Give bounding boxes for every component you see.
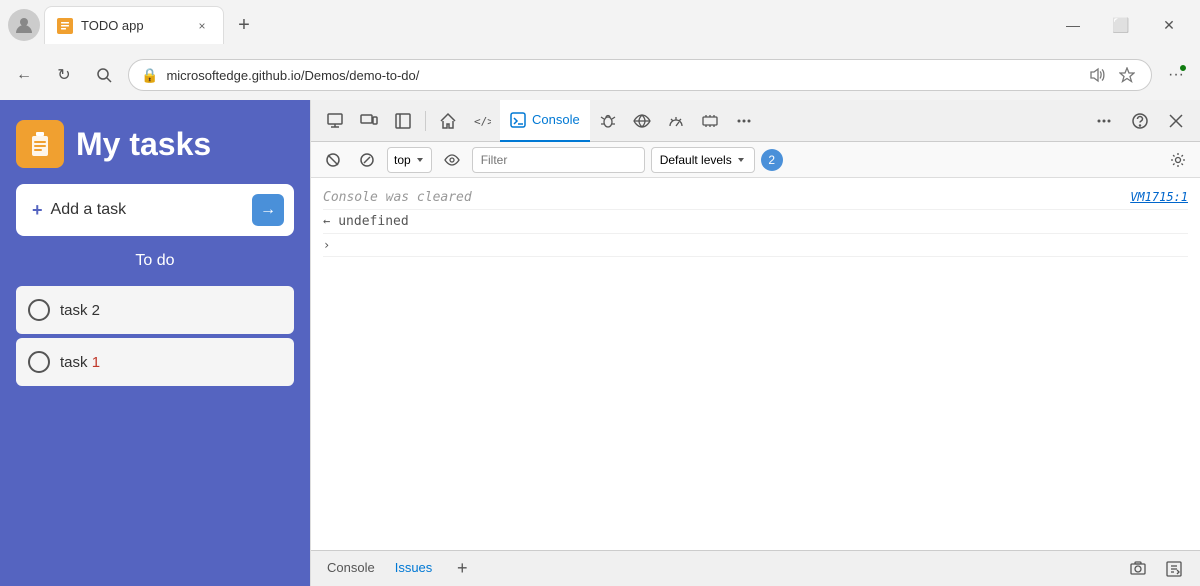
clipboard-icon	[16, 120, 64, 168]
tab-title: TODO app	[81, 18, 185, 33]
bug-btn[interactable]	[592, 105, 624, 137]
cleared-text: Console was cleared	[323, 190, 472, 205]
screenshot-btn[interactable]	[1124, 555, 1152, 583]
result-text: undefined	[338, 214, 408, 229]
add-task-label: Add a task	[51, 201, 278, 219]
profile-icon[interactable]	[8, 9, 40, 41]
todo-header: My tasks	[16, 120, 294, 168]
console-output: Console was cleared VM1715:1 ← undefined…	[311, 178, 1200, 550]
clear-console-btn[interactable]	[319, 146, 347, 174]
task-name: task 2	[60, 302, 100, 319]
expand-arrow[interactable]: ›	[323, 238, 337, 252]
bottom-right-controls	[1124, 555, 1188, 583]
maximize-button[interactable]: ⬜	[1098, 9, 1144, 41]
more-tools-btn[interactable]	[728, 105, 760, 137]
active-tab[interactable]: TODO app ×	[44, 6, 224, 44]
task-list: task 2 task 1	[16, 286, 294, 386]
lock-icon: 🔒	[141, 67, 158, 84]
search-button[interactable]	[88, 59, 120, 91]
inspect-element-btn[interactable]	[319, 105, 351, 137]
address-field[interactable]: 🔒 microsoftedge.github.io/Demos/demo-to-…	[128, 59, 1152, 91]
levels-chevron-icon	[736, 155, 746, 165]
console-cleared-message: Console was cleared VM1715:1	[323, 186, 1188, 210]
refresh-button[interactable]: ↻	[48, 59, 80, 91]
favorites-icon[interactable]	[1115, 63, 1139, 87]
result-arrow: ←	[323, 214, 330, 228]
close-button[interactable]: ✕	[1146, 9, 1192, 41]
network-btn[interactable]	[626, 105, 658, 137]
performance-btn[interactable]	[660, 105, 692, 137]
add-task-button[interactable]: + Add a task →	[16, 184, 294, 236]
window-controls: — ⬜ ✕	[1050, 9, 1192, 41]
tab-favicon	[57, 18, 73, 34]
console-icon	[510, 112, 526, 128]
browser-window: TODO app × + — ⬜ ✕ ← ↻ 🔒 microsoftedge.g…	[0, 0, 1200, 586]
minimize-button[interactable]: —	[1050, 9, 1096, 41]
filter-input[interactable]	[472, 147, 645, 173]
log-levels-label: Default levels	[660, 153, 732, 167]
device-emulation-btn[interactable]	[353, 105, 385, 137]
back-button[interactable]: ←	[8, 59, 40, 91]
new-tab-button[interactable]: +	[228, 9, 260, 41]
bottom-issues-tab[interactable]: Issues	[391, 551, 437, 586]
read-aloud-icon[interactable]	[1085, 63, 1109, 87]
context-selector[interactable]: top	[387, 147, 432, 173]
filter-toggle-btn[interactable]	[353, 146, 381, 174]
bottom-add-tab-btn[interactable]: +	[448, 555, 476, 583]
add-task-arrow-icon: →	[252, 194, 284, 226]
console-tab-label: Console	[532, 112, 580, 127]
message-count-badge: 2	[761, 149, 783, 171]
svg-text:</>: </>	[474, 115, 491, 128]
bottom-console-tab[interactable]: Console	[323, 551, 379, 586]
console-tab[interactable]: Console	[500, 100, 590, 142]
customize-btn[interactable]	[1088, 105, 1120, 137]
main-area: My tasks + Add a task → To do task 2 tas…	[0, 100, 1200, 586]
task-checkbox[interactable]	[28, 351, 50, 373]
title-bar: TODO app × + — ⬜ ✕	[0, 0, 1200, 50]
todo-title: My tasks	[76, 126, 211, 163]
console-settings-btn[interactable]	[1164, 146, 1192, 174]
address-right-icons	[1085, 63, 1139, 87]
eye-btn[interactable]	[438, 146, 466, 174]
devtools-panel: </> Console	[310, 100, 1200, 586]
devtools-right-controls	[1088, 105, 1192, 137]
notification-badge	[1178, 63, 1188, 73]
export-btn[interactable]	[1160, 555, 1188, 583]
vm-link[interactable]: VM1715:1	[1130, 190, 1188, 204]
devtools-close-btn[interactable]	[1160, 105, 1192, 137]
tab-close-btn[interactable]: ×	[193, 17, 211, 35]
help-btn[interactable]	[1124, 105, 1156, 137]
todo-sidebar: My tasks + Add a task → To do task 2 tas…	[0, 100, 310, 586]
browser-menu-button[interactable]: ···	[1160, 59, 1192, 91]
context-value: top	[394, 153, 411, 167]
console-expand-line: ›	[323, 234, 1188, 257]
task-item[interactable]: task 1	[16, 338, 294, 386]
elements-btn[interactable]: </>	[466, 105, 498, 137]
devtools-toolbar: </> Console	[311, 100, 1200, 142]
chevron-down-icon	[415, 155, 425, 165]
tab-bar: TODO app × +	[44, 6, 1046, 44]
address-text: microsoftedge.github.io/Demos/demo-to-do…	[166, 68, 1077, 83]
todo-section-title: To do	[16, 252, 294, 270]
memory-btn[interactable]	[694, 105, 726, 137]
toolbar-separator	[425, 111, 426, 131]
console-result-line: ← undefined	[323, 210, 1188, 234]
task-checkbox[interactable]	[28, 299, 50, 321]
log-levels-selector[interactable]: Default levels	[651, 147, 755, 173]
console-toolbar: top Default levels	[311, 142, 1200, 178]
home-btn[interactable]	[432, 105, 464, 137]
sidebar-btn[interactable]	[387, 105, 419, 137]
task-name: task 1	[60, 354, 100, 371]
address-bar: ← ↻ 🔒 microsoftedge.github.io/Demos/demo…	[0, 50, 1200, 100]
devtools-bottom-bar: Console Issues +	[311, 550, 1200, 586]
task-item[interactable]: task 2	[16, 286, 294, 334]
add-icon: +	[32, 200, 43, 221]
